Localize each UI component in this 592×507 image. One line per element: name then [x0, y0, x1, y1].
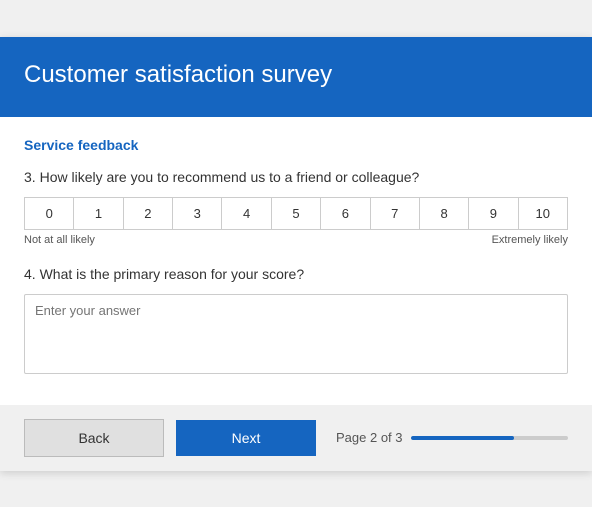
back-button[interactable]: Back	[24, 419, 164, 457]
page-label: Page 2 of 3	[336, 430, 403, 445]
progress-bar-background	[411, 436, 569, 440]
answer-textarea[interactable]	[24, 294, 568, 374]
nps-cell-2[interactable]: 2	[124, 198, 173, 229]
nps-cell-10[interactable]: 10	[519, 198, 567, 229]
nps-cell-0[interactable]: 0	[25, 198, 74, 229]
nps-cell-7[interactable]: 7	[371, 198, 420, 229]
question-4-text: 4. What is the primary reason for your s…	[24, 266, 568, 282]
question-3-text: 3. How likely are you to recommend us to…	[24, 169, 568, 185]
nps-cell-3[interactable]: 3	[173, 198, 222, 229]
nps-cell-9[interactable]: 9	[469, 198, 518, 229]
next-button[interactable]: Next	[176, 420, 316, 456]
survey-header: Customer satisfaction survey	[0, 37, 592, 117]
nps-label-low: Not at all likely	[24, 234, 95, 246]
nps-cell-4[interactable]: 4	[222, 198, 271, 229]
survey-container: Customer satisfaction survey Service fee…	[0, 37, 592, 471]
nps-cell-1[interactable]: 1	[74, 198, 123, 229]
nps-cell-6[interactable]: 6	[321, 198, 370, 229]
nps-cell-5[interactable]: 5	[272, 198, 321, 229]
progress-bar-fill	[411, 436, 515, 440]
nps-labels: Not at all likely Extremely likely	[24, 234, 568, 246]
survey-title: Customer satisfaction survey	[24, 61, 568, 89]
nps-scale: 0 1 2 3 4 5 6 7 8 9 10	[24, 197, 568, 230]
question-4: 4. What is the primary reason for your s…	[24, 266, 568, 377]
survey-footer: Back Next Page 2 of 3	[0, 405, 592, 471]
section-title: Service feedback	[24, 137, 568, 153]
pagination: Page 2 of 3	[336, 430, 568, 445]
nps-label-high: Extremely likely	[492, 234, 568, 246]
survey-body: Service feedback 3. How likely are you t…	[0, 117, 592, 405]
nps-cell-8[interactable]: 8	[420, 198, 469, 229]
